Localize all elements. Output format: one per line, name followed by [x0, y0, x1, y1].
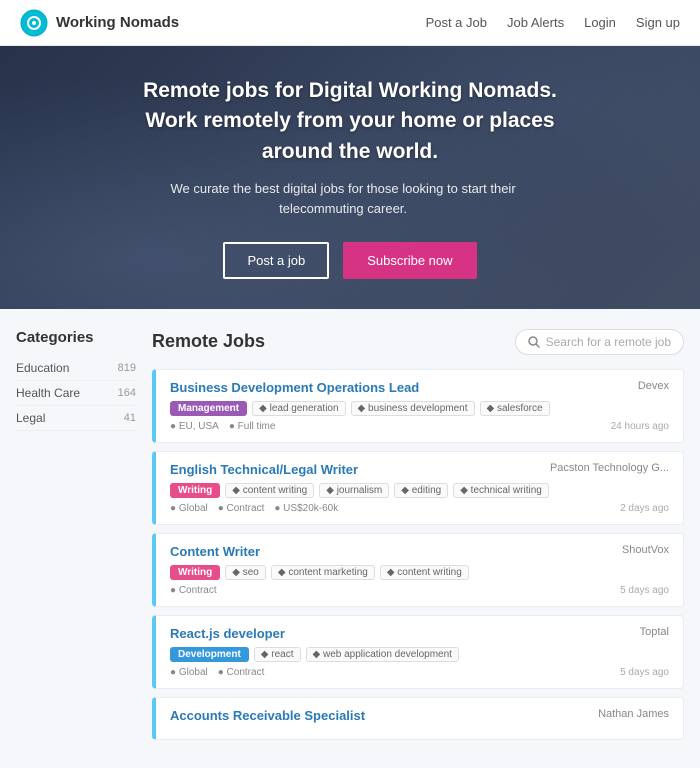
brand: Working Nomads — [20, 9, 426, 37]
sidebar-item-healthcare[interactable]: Health Care 164 — [16, 381, 136, 406]
job-tag: ◆ journalism — [319, 483, 389, 498]
job-card-header: Business Development Operations Lead Dev… — [170, 380, 669, 395]
job-meta: ● Global ● Contract ● US$20k-60k — [170, 503, 338, 514]
job-tag: ◆ content writing — [225, 483, 314, 498]
brand-name: Working Nomads — [56, 14, 179, 31]
job-card: React.js developer Toptal Development ◆ r… — [152, 615, 684, 689]
job-card-header: English Technical/Legal Writer Pacston T… — [170, 462, 669, 477]
job-card: Accounts Receivable Specialist Nathan Ja… — [152, 697, 684, 740]
hero-subtext: We curate the best digital jobs for thos… — [143, 179, 543, 219]
job-badge: Development — [170, 647, 249, 662]
hero-section: Remote jobs for Digital Working Nomads.W… — [0, 46, 700, 309]
hero-headline: Remote jobs for Digital Working Nomads.W… — [143, 76, 557, 167]
sidebar-count-legal: 41 — [124, 412, 136, 424]
sidebar-label-healthcare: Health Care — [16, 386, 80, 400]
job-time: 5 days ago — [620, 667, 669, 678]
job-tag: ◆ lead generation — [252, 401, 345, 416]
job-footer: ● EU, USA ● Full time 24 hours ago — [170, 421, 669, 432]
nav-post-job[interactable]: Post a Job — [426, 15, 487, 30]
job-tag: ◆ content writing — [380, 565, 469, 580]
sidebar: Categories Education 819 Health Care 164… — [16, 329, 136, 431]
sidebar-item-legal[interactable]: Legal 41 — [16, 406, 136, 431]
post-job-button[interactable]: Post a job — [223, 242, 329, 279]
job-meta-item: ● Global — [170, 667, 208, 678]
job-title[interactable]: React.js developer — [170, 626, 285, 641]
job-tag: ◆ content marketing — [271, 565, 375, 580]
subscribe-button[interactable]: Subscribe now — [343, 242, 476, 279]
job-title[interactable]: Content Writer — [170, 544, 260, 559]
job-company: Pacston Technology G... — [550, 462, 669, 474]
jobs-header: Remote Jobs Search for a remote job — [152, 329, 684, 355]
sidebar-item-education[interactable]: Education 819 — [16, 356, 136, 381]
job-card-header: Accounts Receivable Specialist Nathan Ja… — [170, 708, 669, 723]
job-title[interactable]: Business Development Operations Lead — [170, 380, 419, 395]
navbar: Working Nomads Post a Job Job Alerts Log… — [0, 0, 700, 46]
job-tag: ◆ business development — [351, 401, 475, 416]
job-meta-item: ● Contract — [218, 667, 265, 678]
job-meta: ● Global ● Contract — [170, 667, 264, 678]
job-card: Business Development Operations Lead Dev… — [152, 369, 684, 443]
navbar-links: Post a Job Job Alerts Login Sign up — [426, 15, 680, 30]
job-company: Nathan James — [598, 708, 669, 720]
job-tag: ◆ web application development — [306, 647, 459, 662]
search-box[interactable]: Search for a remote job — [515, 329, 684, 355]
search-icon — [528, 336, 540, 348]
job-card-header: React.js developer Toptal — [170, 626, 669, 641]
job-badge: Management — [170, 401, 247, 416]
jobs-section: Remote Jobs Search for a remote job Busi… — [152, 329, 684, 748]
nav-signup[interactable]: Sign up — [636, 15, 680, 30]
job-title[interactable]: Accounts Receivable Specialist — [170, 708, 365, 723]
jobs-title: Remote Jobs — [152, 331, 265, 352]
main-layout: Categories Education 819 Health Care 164… — [0, 309, 700, 768]
job-time: 24 hours ago — [611, 421, 669, 432]
job-footer: ● Global ● Contract 5 days ago — [170, 667, 669, 678]
nav-job-alerts[interactable]: Job Alerts — [507, 15, 564, 30]
job-card: English Technical/Legal Writer Pacston T… — [152, 451, 684, 525]
job-company: Devex — [638, 380, 669, 392]
sidebar-label-legal: Legal — [16, 411, 45, 425]
job-tag: ◆ technical writing — [453, 483, 549, 498]
job-meta-item: ● EU, USA — [170, 421, 219, 432]
sidebar-count-healthcare: 164 — [118, 387, 136, 399]
job-tags: Writing ◆ seo ◆ content marketing ◆ content… — [170, 565, 669, 580]
job-title[interactable]: English Technical/Legal Writer — [170, 462, 358, 477]
job-tags: Development ◆ react ◆ web application deve… — [170, 647, 669, 662]
job-tag: ◆ seo — [225, 565, 266, 580]
job-company: Toptal — [640, 626, 669, 638]
job-meta-item: ● Global — [170, 503, 208, 514]
job-meta-item: ● Contract — [170, 585, 217, 596]
sidebar-title: Categories — [16, 329, 136, 346]
job-card: Content Writer ShoutVox Writing ◆ seo ◆ co… — [152, 533, 684, 607]
job-badge: Writing — [170, 483, 220, 498]
job-meta-item: ● US$20k-60k — [274, 503, 338, 514]
hero-buttons: Post a job Subscribe now — [143, 242, 557, 279]
sidebar-count-education: 819 — [118, 362, 136, 374]
job-badge: Writing — [170, 565, 220, 580]
job-footer: ● Global ● Contract ● US$20k-60k 2 days ag… — [170, 503, 669, 514]
job-time: 5 days ago — [620, 585, 669, 596]
nav-login[interactable]: Login — [584, 15, 616, 30]
job-footer: ● Contract 5 days ago — [170, 585, 669, 596]
job-meta: ● EU, USA ● Full time — [170, 421, 275, 432]
job-tag: ◆ react — [254, 647, 301, 662]
job-cards-container: Business Development Operations Lead Dev… — [152, 369, 684, 740]
job-meta: ● Contract — [170, 585, 217, 596]
job-tag: ◆ salesforce — [480, 401, 550, 416]
job-meta-item: ● Contract — [218, 503, 265, 514]
job-tags: Management ◆ lead generation ◆ business de… — [170, 401, 669, 416]
job-meta-item: ● Full time — [229, 421, 276, 432]
job-company: ShoutVox — [622, 544, 669, 556]
sidebar-label-education: Education — [16, 361, 69, 375]
logo-icon — [20, 9, 48, 37]
job-tag: ◆ editing — [394, 483, 448, 498]
job-time: 2 days ago — [620, 503, 669, 514]
job-card-header: Content Writer ShoutVox — [170, 544, 669, 559]
search-placeholder: Search for a remote job — [546, 335, 671, 349]
hero-content: Remote jobs for Digital Working Nomads.W… — [143, 76, 557, 279]
job-tags: Writing ◆ content writing ◆ journalism ◆ ed… — [170, 483, 669, 498]
